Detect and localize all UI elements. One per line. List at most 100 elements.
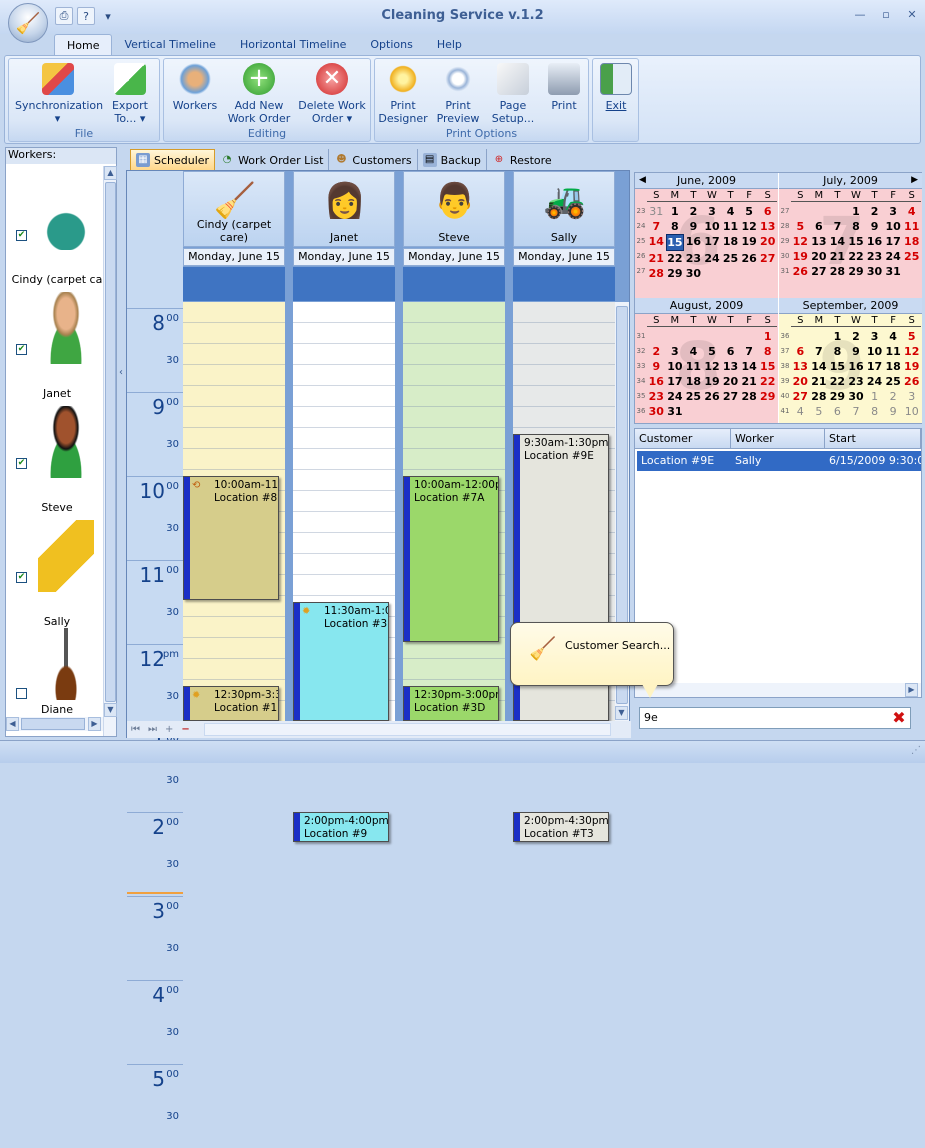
day-cell[interactable]: 30 bbox=[865, 264, 884, 279]
day-cell[interactable]: 30 bbox=[684, 266, 703, 281]
day-cell[interactable]: 8 bbox=[847, 219, 866, 234]
day-cell[interactable]: 15 bbox=[828, 359, 847, 374]
day-cell[interactable]: 17 bbox=[884, 234, 903, 249]
workers-horizontal-scrollbar[interactable]: ◀ ▶ bbox=[6, 717, 103, 731]
panel-splitter[interactable]: ‹ bbox=[118, 147, 126, 737]
workers-button[interactable]: Workers bbox=[168, 63, 222, 112]
day-cell[interactable]: 7 bbox=[810, 344, 829, 359]
day-cell[interactable]: 6 bbox=[758, 204, 777, 219]
worker-item-cindy[interactable]: ✔ Cindy (carpet ca bbox=[10, 176, 104, 286]
day-cell[interactable]: 6 bbox=[810, 219, 829, 234]
customer-search-input[interactable]: 9e bbox=[639, 707, 911, 729]
day-cell[interactable]: 23 bbox=[647, 389, 666, 404]
day-cell[interactable]: 25 bbox=[884, 374, 903, 389]
day-cell[interactable]: 13 bbox=[810, 234, 829, 249]
day-cell[interactable]: 15 bbox=[665, 234, 685, 251]
synchronization-button[interactable]: Synchronization ▾ bbox=[15, 63, 103, 125]
worker-checkbox[interactable]: ✔ bbox=[16, 344, 27, 355]
day-cell[interactable]: 4 bbox=[902, 204, 921, 219]
add-work-order-button[interactable]: + Add New Work Order bbox=[226, 63, 292, 125]
day-cell[interactable]: 6 bbox=[828, 404, 847, 419]
all-day-area[interactable] bbox=[513, 267, 615, 301]
day-cell[interactable]: 1 bbox=[865, 389, 884, 404]
day-cell[interactable]: 28 bbox=[740, 389, 759, 404]
day-cell[interactable]: 19 bbox=[703, 374, 722, 389]
day-cell[interactable]: 7 bbox=[647, 219, 666, 234]
column-header-start[interactable]: Start bbox=[825, 429, 921, 449]
tab-vertical-timeline[interactable]: Vertical Timeline bbox=[112, 34, 227, 56]
day-cell[interactable]: 6 bbox=[721, 344, 740, 359]
day-cell[interactable]: 11 bbox=[902, 219, 921, 234]
day-cell[interactable]: 24 bbox=[703, 251, 722, 266]
day-cell[interactable]: 30 bbox=[847, 389, 866, 404]
day-cell[interactable]: 22 bbox=[828, 374, 847, 389]
all-day-area[interactable] bbox=[183, 267, 285, 301]
day-cell[interactable]: 2 bbox=[647, 344, 666, 359]
maximize-button[interactable]: ▫ bbox=[879, 8, 893, 22]
day-cell[interactable]: 9 bbox=[847, 344, 866, 359]
day-cell[interactable]: 2 bbox=[865, 204, 884, 219]
scroll-left-button[interactable]: ◀ bbox=[6, 717, 19, 731]
day-cell[interactable]: 7 bbox=[847, 404, 866, 419]
day-cell[interactable]: 26 bbox=[902, 374, 921, 389]
day-cell[interactable]: 9 bbox=[684, 219, 703, 234]
page-setup-button[interactable]: Page Setup... bbox=[487, 63, 539, 125]
day-cell[interactable]: 7 bbox=[828, 219, 847, 234]
day-cell[interactable]: 26 bbox=[740, 251, 759, 266]
day-cell[interactable]: 12 bbox=[902, 344, 921, 359]
day-cell[interactable]: 16 bbox=[847, 359, 866, 374]
day-cell[interactable]: 27 bbox=[721, 389, 740, 404]
appointment[interactable]: 10:00am-12:00pmLocation #7A bbox=[403, 476, 499, 642]
day-cell[interactable]: 11 bbox=[884, 344, 903, 359]
day-cell[interactable]: 23 bbox=[865, 249, 884, 264]
tab-options[interactable]: Options bbox=[358, 34, 424, 56]
day-cell[interactable]: 3 bbox=[666, 344, 685, 359]
day-cell[interactable]: 9 bbox=[865, 219, 884, 234]
day-cell[interactable]: 24 bbox=[865, 374, 884, 389]
day-cell[interactable]: 28 bbox=[828, 264, 847, 279]
day-cell[interactable]: 1 bbox=[847, 204, 866, 219]
day-cell[interactable]: 1 bbox=[828, 329, 847, 344]
day-cell[interactable]: 18 bbox=[684, 374, 703, 389]
table-row[interactable]: Location #9E Sally 6/15/2009 9:30:00 bbox=[637, 451, 921, 471]
print-preview-button[interactable]: Print Preview bbox=[433, 63, 483, 125]
day-cell[interactable]: 10 bbox=[884, 219, 903, 234]
appointment[interactable]: 12:30pm-3:00pm Location #3D bbox=[403, 686, 499, 721]
scroll-thumb[interactable] bbox=[21, 718, 85, 730]
first-button[interactable]: ⏮ bbox=[131, 724, 140, 735]
workers-vertical-scrollbar[interactable]: ▲ ▼ bbox=[103, 166, 117, 736]
day-cell[interactable]: 29 bbox=[828, 389, 847, 404]
export-button[interactable]: Export To... ▾ bbox=[103, 63, 157, 125]
day-cell[interactable]: 9 bbox=[884, 404, 903, 419]
day-cell[interactable]: 4 bbox=[791, 404, 810, 419]
day-cell[interactable]: 2 bbox=[684, 204, 703, 219]
day-cell[interactable]: 12 bbox=[703, 359, 722, 374]
last-button[interactable]: ⏭ bbox=[148, 724, 157, 735]
add-button[interactable]: + bbox=[165, 724, 173, 735]
appointment[interactable]: 2:00pm-4:30pm Location #T3 bbox=[513, 812, 609, 842]
day-cell[interactable]: 28 bbox=[810, 389, 829, 404]
minimize-button[interactable]: — bbox=[853, 8, 867, 22]
app-menu-button[interactable]: 🧹 bbox=[8, 3, 48, 43]
delete-work-order-button[interactable]: ✕ Delete Work Order ▾ bbox=[296, 63, 368, 125]
day-cell[interactable]: 10 bbox=[703, 219, 722, 234]
day-cell[interactable]: 5 bbox=[791, 219, 810, 234]
day-cell[interactable]: 26 bbox=[791, 264, 810, 279]
day-cell[interactable]: 31 bbox=[666, 404, 685, 419]
worker-item-steve[interactable]: ✔ Steve bbox=[10, 404, 104, 514]
worker-item-sally[interactable]: ✔ Sally bbox=[10, 518, 104, 628]
day-cell[interactable]: 13 bbox=[791, 359, 810, 374]
worker-checkbox[interactable]: ✔ bbox=[16, 572, 27, 583]
day-cell[interactable]: 8 bbox=[666, 219, 685, 234]
appointment[interactable]: ⟲ 10:00am-11:30Location #8 bbox=[183, 476, 279, 600]
day-cell[interactable]: 25 bbox=[721, 251, 740, 266]
prev-month-button[interactable]: ◀ bbox=[639, 175, 646, 185]
print-designer-button[interactable]: Print Designer bbox=[377, 63, 429, 125]
day-cell[interactable]: 3 bbox=[902, 389, 921, 404]
day-cell[interactable]: 16 bbox=[684, 234, 703, 251]
day-cell[interactable]: 6 bbox=[791, 344, 810, 359]
remove-button[interactable]: − bbox=[181, 724, 189, 735]
day-cell[interactable]: 16 bbox=[865, 234, 884, 249]
day-cell[interactable]: 17 bbox=[865, 359, 884, 374]
appointment[interactable]: 2:00pm-4:00pm Location #9 bbox=[293, 812, 389, 842]
